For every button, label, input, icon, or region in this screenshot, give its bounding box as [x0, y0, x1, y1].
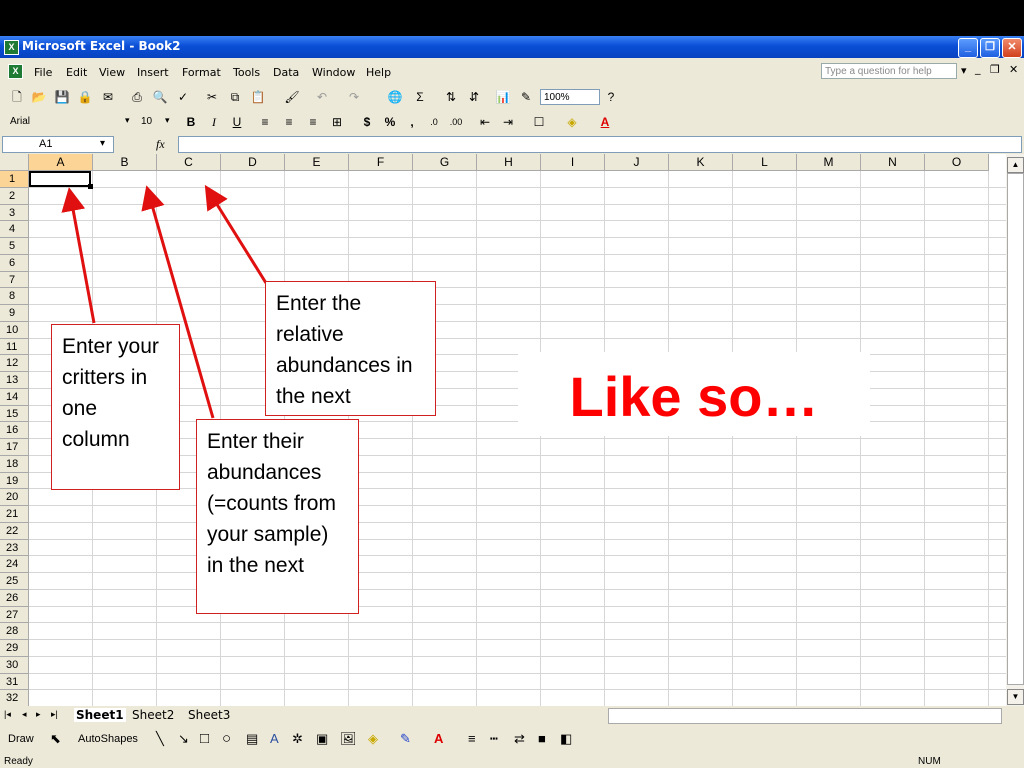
arrow-to-column-c: [204, 184, 268, 284]
arrow-to-column-a: [61, 187, 96, 324]
like-so-text: Like so…: [518, 352, 870, 436]
callout-critters: Enter your critters in one column: [51, 324, 180, 490]
callout-abundances: Enter their abundances (=counts from you…: [196, 419, 359, 614]
callout-relative: Enter the relative abundances in the nex…: [265, 281, 436, 416]
